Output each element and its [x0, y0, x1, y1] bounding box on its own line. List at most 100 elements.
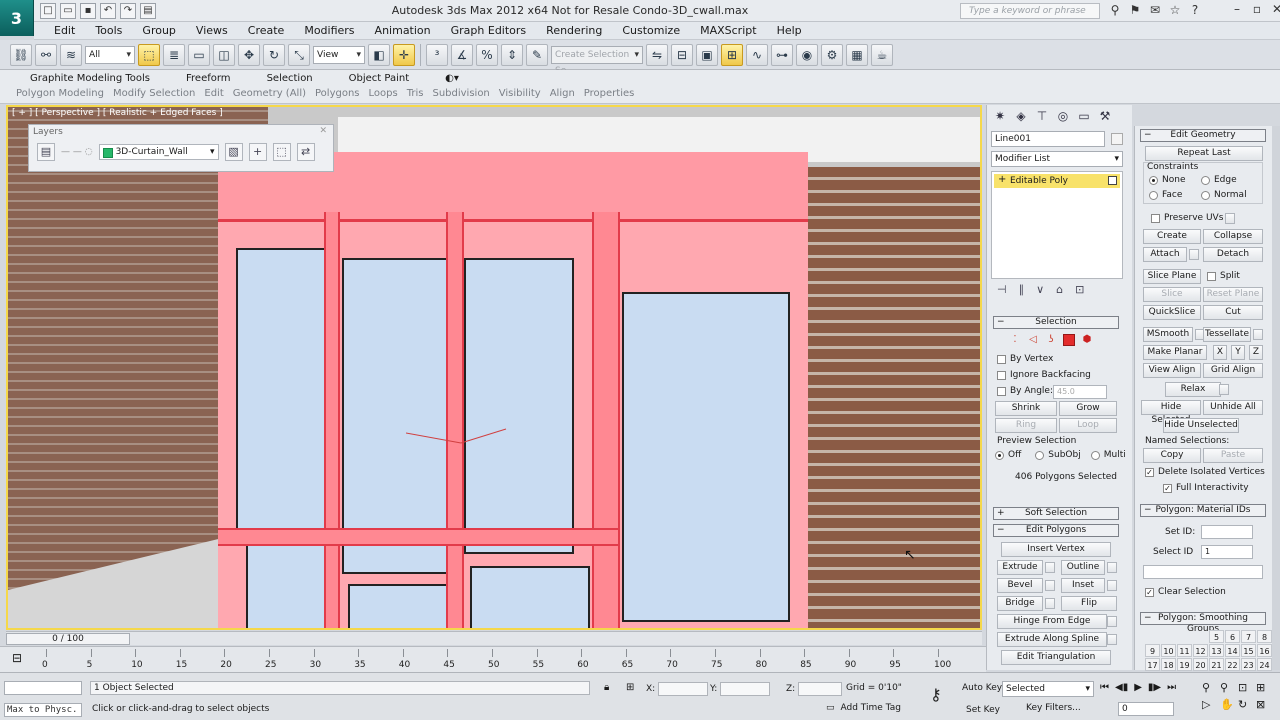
menu-maxscript[interactable]: MAXScript	[690, 24, 766, 37]
rendered-frame-icon[interactable]: ▦	[846, 43, 868, 66]
smoothing-group-9[interactable]: 9	[1145, 644, 1160, 657]
goto-end-icon[interactable]: ⏭	[1167, 682, 1176, 693]
panel-properties[interactable]: Properties	[584, 88, 635, 99]
auto-key-button[interactable]: Auto Key	[962, 683, 1002, 693]
set-current-layer-icon[interactable]: ⇄	[296, 143, 315, 161]
x-coord-input[interactable]	[658, 682, 709, 696]
configure-sets-icon[interactable]: ⊡	[1075, 283, 1084, 296]
stack-item-editable-poly[interactable]: Editable Poly	[994, 173, 1120, 188]
hide-unselected-button[interactable]: Hide Unselected	[1163, 418, 1239, 433]
by-angle-spinner[interactable]: 45.0	[1053, 385, 1107, 399]
panel-polygon-modeling[interactable]: Polygon Modeling	[16, 88, 104, 99]
menu-modifiers[interactable]: Modifiers	[294, 24, 364, 37]
help-icon[interactable]: ?	[1188, 3, 1202, 17]
ring-button[interactable]: Ring	[995, 418, 1057, 433]
panel-polygons[interactable]: Polygons	[315, 88, 360, 99]
smoothing-group-5[interactable]: 5	[1209, 630, 1224, 643]
smoothing-group-7[interactable]: 7	[1241, 630, 1256, 643]
radio[interactable]	[1201, 175, 1210, 185]
planar-x-button[interactable]: X	[1213, 345, 1227, 360]
panel-modify-selection[interactable]: Modify Selection	[113, 88, 195, 99]
slice-plane-button[interactable]: Slice Plane	[1143, 269, 1201, 284]
layer-manager-icon[interactable]: ▤	[37, 143, 55, 161]
key-icon[interactable]: ⚷	[930, 685, 942, 704]
select-id-spinner[interactable]: 1	[1201, 545, 1253, 559]
minimize-icon[interactable]: –	[1232, 2, 1242, 16]
extrude-button[interactable]: Extrude	[997, 560, 1043, 575]
selection-filter-dropdown[interactable]: All	[85, 45, 135, 64]
menu-create[interactable]: Create	[238, 24, 295, 37]
link-icon[interactable]: ⛓	[10, 43, 32, 66]
pan-icon[interactable]: ✋	[1220, 698, 1236, 711]
snap-toggle-icon[interactable]: ³	[426, 43, 448, 66]
collapse-button[interactable]: Collapse	[1203, 229, 1263, 244]
msmooth-button[interactable]: MSmooth	[1143, 327, 1193, 342]
binoculars-icon[interactable]: ⚲	[1108, 3, 1122, 17]
checkbox[interactable]	[1151, 213, 1160, 223]
by-angle-row[interactable]: By Angle:	[997, 386, 1053, 396]
quickslice-button[interactable]: QuickSlice	[1143, 305, 1201, 320]
panel-edit[interactable]: Edit	[204, 88, 223, 99]
ignore-backfacing-row[interactable]: Ignore Backfacing	[997, 370, 1091, 380]
menu-group[interactable]: Group	[132, 24, 186, 37]
detach-button[interactable]: Detach	[1203, 247, 1263, 262]
smoothing-group-23[interactable]: 23	[1241, 658, 1256, 671]
bind-space-warp-icon[interactable]: ≋	[60, 43, 82, 66]
edit-polygons-rollout-header[interactable]: − Edit Polygons	[993, 524, 1119, 537]
edit-triangulation-button[interactable]: Edit Triangulation	[1001, 650, 1111, 665]
smoothing-group-14[interactable]: 14	[1225, 644, 1240, 657]
z-coord-input[interactable]	[798, 682, 843, 696]
bridge-settings-icon[interactable]	[1045, 598, 1055, 609]
new-layer-icon[interactable]: ▧	[224, 143, 243, 161]
smoothing-group-10[interactable]: 10	[1161, 644, 1176, 657]
panel-scrollbar[interactable]	[1272, 126, 1280, 670]
checkbox[interactable]	[1207, 271, 1216, 281]
smoothing-group-13[interactable]: 13	[1209, 644, 1224, 657]
extrude-settings-icon[interactable]	[1045, 562, 1055, 573]
copy-button[interactable]: Copy	[1143, 448, 1201, 463]
shrink-button[interactable]: Shrink	[995, 401, 1057, 416]
rotate-icon[interactable]: ↻	[263, 43, 285, 66]
menu-rendering[interactable]: Rendering	[536, 24, 612, 37]
graphite-toggle-icon[interactable]: ⊞	[721, 43, 743, 66]
split-row[interactable]: Split	[1207, 271, 1240, 281]
layer-visibility-icon[interactable]: — — ◌	[61, 147, 93, 157]
unhide-all-button[interactable]: Unhide All	[1203, 400, 1263, 415]
make-unique-icon[interactable]: ∨	[1036, 283, 1044, 296]
communication-icon[interactable]: ✉	[1148, 3, 1162, 17]
checkbox[interactable]	[997, 354, 1006, 364]
tessellate-settings-icon[interactable]	[1253, 329, 1263, 340]
bevel-button[interactable]: Bevel	[997, 578, 1043, 593]
subscription-icon[interactable]: ⚑	[1128, 3, 1142, 17]
menu-animation[interactable]: Animation	[365, 24, 441, 37]
object-name-input[interactable]: Line001	[991, 131, 1105, 147]
zoom-extents-all-icon[interactable]: ⊞	[1256, 681, 1272, 694]
set-id-spinner[interactable]	[1201, 525, 1253, 539]
named-selection-dropdown[interactable]: Create Selection Se	[551, 45, 643, 76]
maxscript-listener-top[interactable]	[4, 681, 82, 695]
time-slider-track[interactable]: 0 / 100	[6, 631, 982, 645]
maximize-icon[interactable]: ▫	[1252, 2, 1262, 16]
field-of-view-icon[interactable]: ▷	[1202, 698, 1218, 711]
select-in-layer-icon[interactable]: ⬚	[272, 143, 291, 161]
border-icon[interactable]: ʖ	[1045, 334, 1057, 346]
extrude-along-spline-button[interactable]: Extrude Along Spline	[997, 632, 1107, 647]
smoothing-groups-rollout-header[interactable]: − Polygon: Smoothing Groups	[1140, 612, 1266, 634]
zoom-all-icon[interactable]: ⚲	[1220, 681, 1236, 694]
modifier-list-dropdown[interactable]: Modifier List	[991, 151, 1123, 167]
lock-icon[interactable]: 🔒︎	[604, 682, 609, 693]
panel-align[interactable]: Align	[550, 88, 575, 99]
pivot-icon[interactable]: ◧	[368, 43, 390, 66]
pin-stack-icon[interactable]: ⊣	[997, 283, 1007, 296]
slice-button[interactable]: Slice	[1143, 287, 1201, 302]
modify-tab-icon[interactable]: ◈	[1012, 107, 1030, 125]
menu-customize[interactable]: Customize	[612, 24, 690, 37]
loop-button[interactable]: Loop	[1059, 418, 1117, 433]
smoothing-group-21[interactable]: 21	[1209, 658, 1224, 671]
grid-align-button[interactable]: Grid Align	[1203, 363, 1263, 378]
checkbox[interactable]	[997, 370, 1006, 380]
panel-visibility[interactable]: Visibility	[499, 88, 541, 99]
time-slider[interactable]: 0 / 100	[6, 633, 130, 645]
radio-off[interactable]	[995, 450, 1004, 460]
align-icon[interactable]: ⊟	[671, 43, 693, 66]
